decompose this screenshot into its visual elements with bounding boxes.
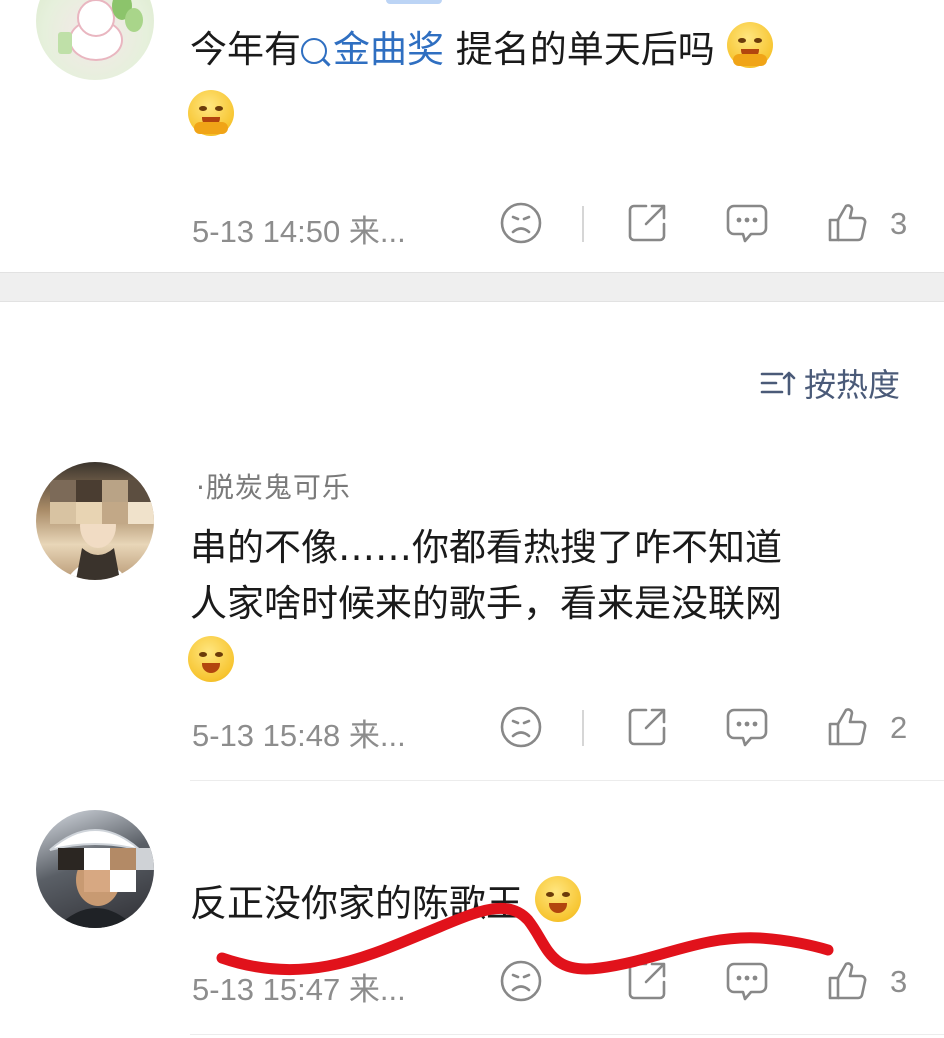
chat-bubble-icon[interactable]: [724, 704, 770, 750]
search-topic-link[interactable]: 金曲奖: [301, 28, 444, 71]
thumbs-up-icon[interactable]: [824, 958, 870, 1004]
row-divider: [190, 1034, 944, 1035]
thumbs-up-icon[interactable]: [824, 704, 870, 750]
chat-bubble-icon[interactable]: [724, 200, 770, 246]
comment-text-part: 今年有: [190, 28, 301, 71]
crying-emoji-icon: [726, 22, 773, 68]
user-avatar[interactable]: [36, 0, 154, 80]
row-divider: [190, 780, 944, 781]
comment-text-part: 提名的单天后吗: [444, 28, 715, 71]
search-topic-label: 金曲奖: [333, 28, 444, 71]
comment-timestamp: 5-13 14:50 来...: [192, 214, 406, 249]
action-divider: [582, 710, 584, 746]
user-avatar[interactable]: [36, 462, 154, 580]
like-count: 3: [890, 964, 908, 999]
comment-timestamp: 5-13 15:47 来...: [192, 972, 406, 1007]
sort-lines-icon: [760, 371, 796, 396]
crying-emoji-icon: [188, 90, 234, 136]
comment-action-bar: 5-13 15:47 来... 3: [0, 958, 944, 1008]
laughing-crying-emoji-icon: [534, 876, 581, 922]
frown-face-icon[interactable]: [498, 200, 544, 246]
comment-action-bar: 5-13 14:50 来... 3: [0, 200, 944, 250]
frown-face-icon[interactable]: [498, 958, 544, 1004]
search-icon: [301, 38, 327, 64]
chat-bubble-icon[interactable]: [724, 958, 770, 1004]
user-avatar[interactable]: [36, 810, 154, 928]
thumbs-up-icon[interactable]: [824, 200, 870, 246]
comment-action-bar: 5-13 15:48 来... 2: [0, 704, 944, 754]
action-divider: [582, 206, 584, 242]
comment-username[interactable]: ·脱炭鬼可乐: [196, 466, 351, 506]
share-out-icon[interactable]: [624, 704, 670, 750]
comment-body: 反正没你家的陈歌王: [190, 876, 890, 932]
comment-body: 今年有 金曲奖 提名的单天后吗: [190, 22, 890, 78]
laughing-tears-emoji-icon: [188, 636, 234, 682]
member-badge: [386, 0, 442, 4]
section-separator: [0, 272, 944, 302]
comment-timestamp: 5-13 15:48 来...: [192, 718, 406, 753]
comment-text-line: 串的不像……你都看热搜了咋不知道: [190, 526, 782, 569]
sort-toggle-button[interactable]: 按热度: [760, 362, 900, 404]
like-count: 3: [890, 206, 908, 241]
comment-text-part: 反正没你家的陈歌王: [190, 882, 523, 925]
sort-label: 按热度: [803, 366, 900, 404]
frown-face-icon[interactable]: [498, 704, 544, 750]
like-count: 2: [890, 710, 908, 745]
comment-body: 串的不像……你都看热搜了咋不知道 人家啥时候来的歌手，看来是没联网: [190, 520, 890, 632]
comment-text-line: 人家啥时候来的歌手，看来是没联网: [190, 582, 782, 625]
share-out-icon[interactable]: [624, 958, 670, 1004]
share-out-icon[interactable]: [624, 200, 670, 246]
